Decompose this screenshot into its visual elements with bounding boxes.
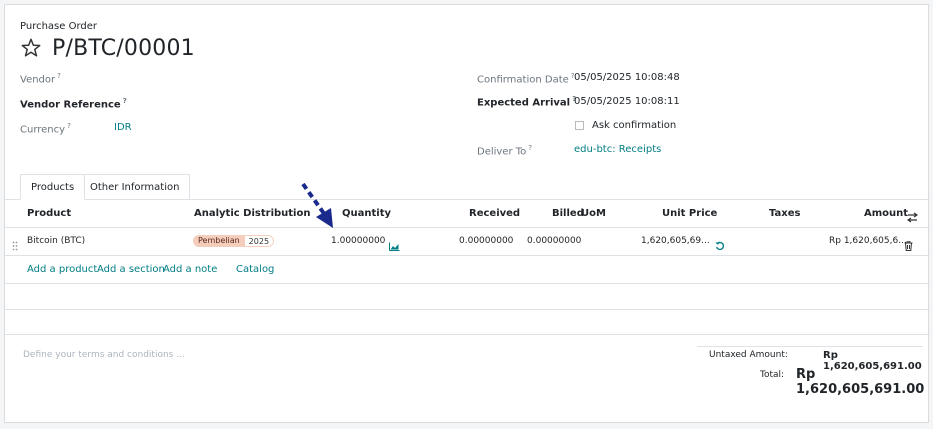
- reset-price-icon[interactable]: [715, 241, 725, 251]
- add-section-link[interactable]: Add a section: [97, 264, 165, 275]
- vendor-label: Vendor?: [20, 72, 61, 85]
- analytic-tag[interactable]: Pembelian 2025: [193, 235, 275, 247]
- row-product[interactable]: Bitcoin (BTC): [27, 236, 85, 246]
- row-quantity[interactable]: 1.00000000: [331, 236, 385, 246]
- breadcrumb: Purchase Order: [20, 21, 98, 32]
- col-product[interactable]: Product: [27, 208, 71, 219]
- ask-confirmation-label: Ask confirmation: [592, 120, 677, 131]
- vendor-reference-help[interactable]: ?: [123, 97, 127, 105]
- expected-arrival-label-text: Expected Arrival: [477, 97, 571, 109]
- forecast-button[interactable]: [389, 236, 400, 255]
- col-taxes[interactable]: Taxes: [769, 208, 800, 219]
- favorite-star[interactable]: [20, 37, 42, 63]
- currency-help[interactable]: ?: [67, 122, 71, 130]
- reset-price-button[interactable]: [715, 236, 725, 255]
- vendor-reference-label: Vendor Reference?: [20, 97, 127, 110]
- column-settings-icon[interactable]: [906, 212, 919, 223]
- add-product-link[interactable]: Add a product: [27, 264, 97, 275]
- row-received: 0.00000000: [459, 236, 514, 246]
- delete-row-button[interactable]: [904, 236, 913, 255]
- table-header-divider: [5, 227, 930, 228]
- empty-row-divider-1: [5, 283, 930, 284]
- row-amount: Rp 1,620,605,6...: [829, 236, 907, 246]
- col-received[interactable]: Received: [469, 208, 520, 219]
- deliver-to-field[interactable]: edu-btc: Receipts: [574, 144, 661, 155]
- total-label: Total:: [760, 370, 785, 380]
- add-note-link[interactable]: Add a note: [163, 264, 217, 275]
- page-title: P/BTC/00001: [52, 36, 195, 61]
- row-unit-price[interactable]: 1,620,605,69...: [641, 236, 710, 246]
- form-sheet: Purchase Order P/BTC/00001 Vendor? Vendo…: [4, 4, 930, 423]
- empty-row-divider-2: [5, 309, 930, 310]
- vendor-help[interactable]: ?: [57, 72, 61, 80]
- star-icon[interactable]: [20, 37, 42, 59]
- col-analytic-distribution[interactable]: Analytic Distribution: [194, 208, 310, 219]
- catalog-link[interactable]: Catalog: [236, 264, 274, 275]
- confirmation-date-field[interactable]: 05/05/2025 10:08:48: [574, 72, 680, 83]
- total-value: Rp 1,620,605,691.00: [796, 367, 925, 397]
- tabs-divider: [5, 199, 930, 200]
- row-divider: [5, 255, 930, 256]
- forecast-chart-icon[interactable]: [389, 242, 400, 251]
- col-uom[interactable]: UoM: [581, 208, 606, 219]
- expected-arrival-label: Expected Arrival?: [477, 95, 576, 108]
- deliver-to-label-text: Deliver To: [477, 146, 527, 158]
- vendor-label-text: Vendor: [20, 74, 56, 86]
- col-quantity[interactable]: Quantity: [342, 208, 391, 219]
- deliver-to-help[interactable]: ?: [528, 144, 532, 152]
- analytic-tag-year: 2025: [244, 235, 275, 247]
- table-bottom-divider: [5, 334, 930, 335]
- currency-label-text: Currency: [20, 124, 66, 136]
- col-amount[interactable]: Amount: [864, 208, 908, 219]
- currency-field[interactable]: IDR: [114, 122, 132, 133]
- confirmation-date-label: Confirmation Date?: [477, 72, 575, 85]
- row-billed: 0.00000000: [527, 236, 582, 246]
- expected-arrival-field[interactable]: 05/05/2025 10:08:11: [574, 96, 680, 107]
- currency-label: Currency?: [20, 122, 71, 135]
- untaxed-amount-label: Untaxed Amount:: [709, 350, 788, 360]
- tab-other-information[interactable]: Other Information: [79, 174, 191, 200]
- annotation-arrow-icon: [301, 182, 333, 228]
- vendor-reference-label-text: Vendor Reference: [20, 99, 121, 111]
- deliver-to-label: Deliver To?: [477, 144, 532, 157]
- ask-confirmation-checkbox[interactable]: [575, 121, 584, 130]
- totals-divider: [697, 346, 923, 347]
- drag-handle-icon[interactable]: [12, 241, 18, 251]
- delete-icon[interactable]: [904, 241, 913, 251]
- col-unit-price[interactable]: Unit Price: [662, 208, 717, 219]
- column-settings-button[interactable]: [906, 208, 919, 227]
- confirmation-date-label-text: Confirmation Date: [477, 74, 569, 86]
- analytic-tag-name: Pembelian: [193, 235, 245, 247]
- tab-products[interactable]: Products: [20, 174, 86, 200]
- terms-and-conditions-field[interactable]: Define your terms and conditions ...: [23, 350, 185, 360]
- col-billed[interactable]: Billed: [552, 208, 584, 219]
- drag-handle[interactable]: [12, 236, 18, 255]
